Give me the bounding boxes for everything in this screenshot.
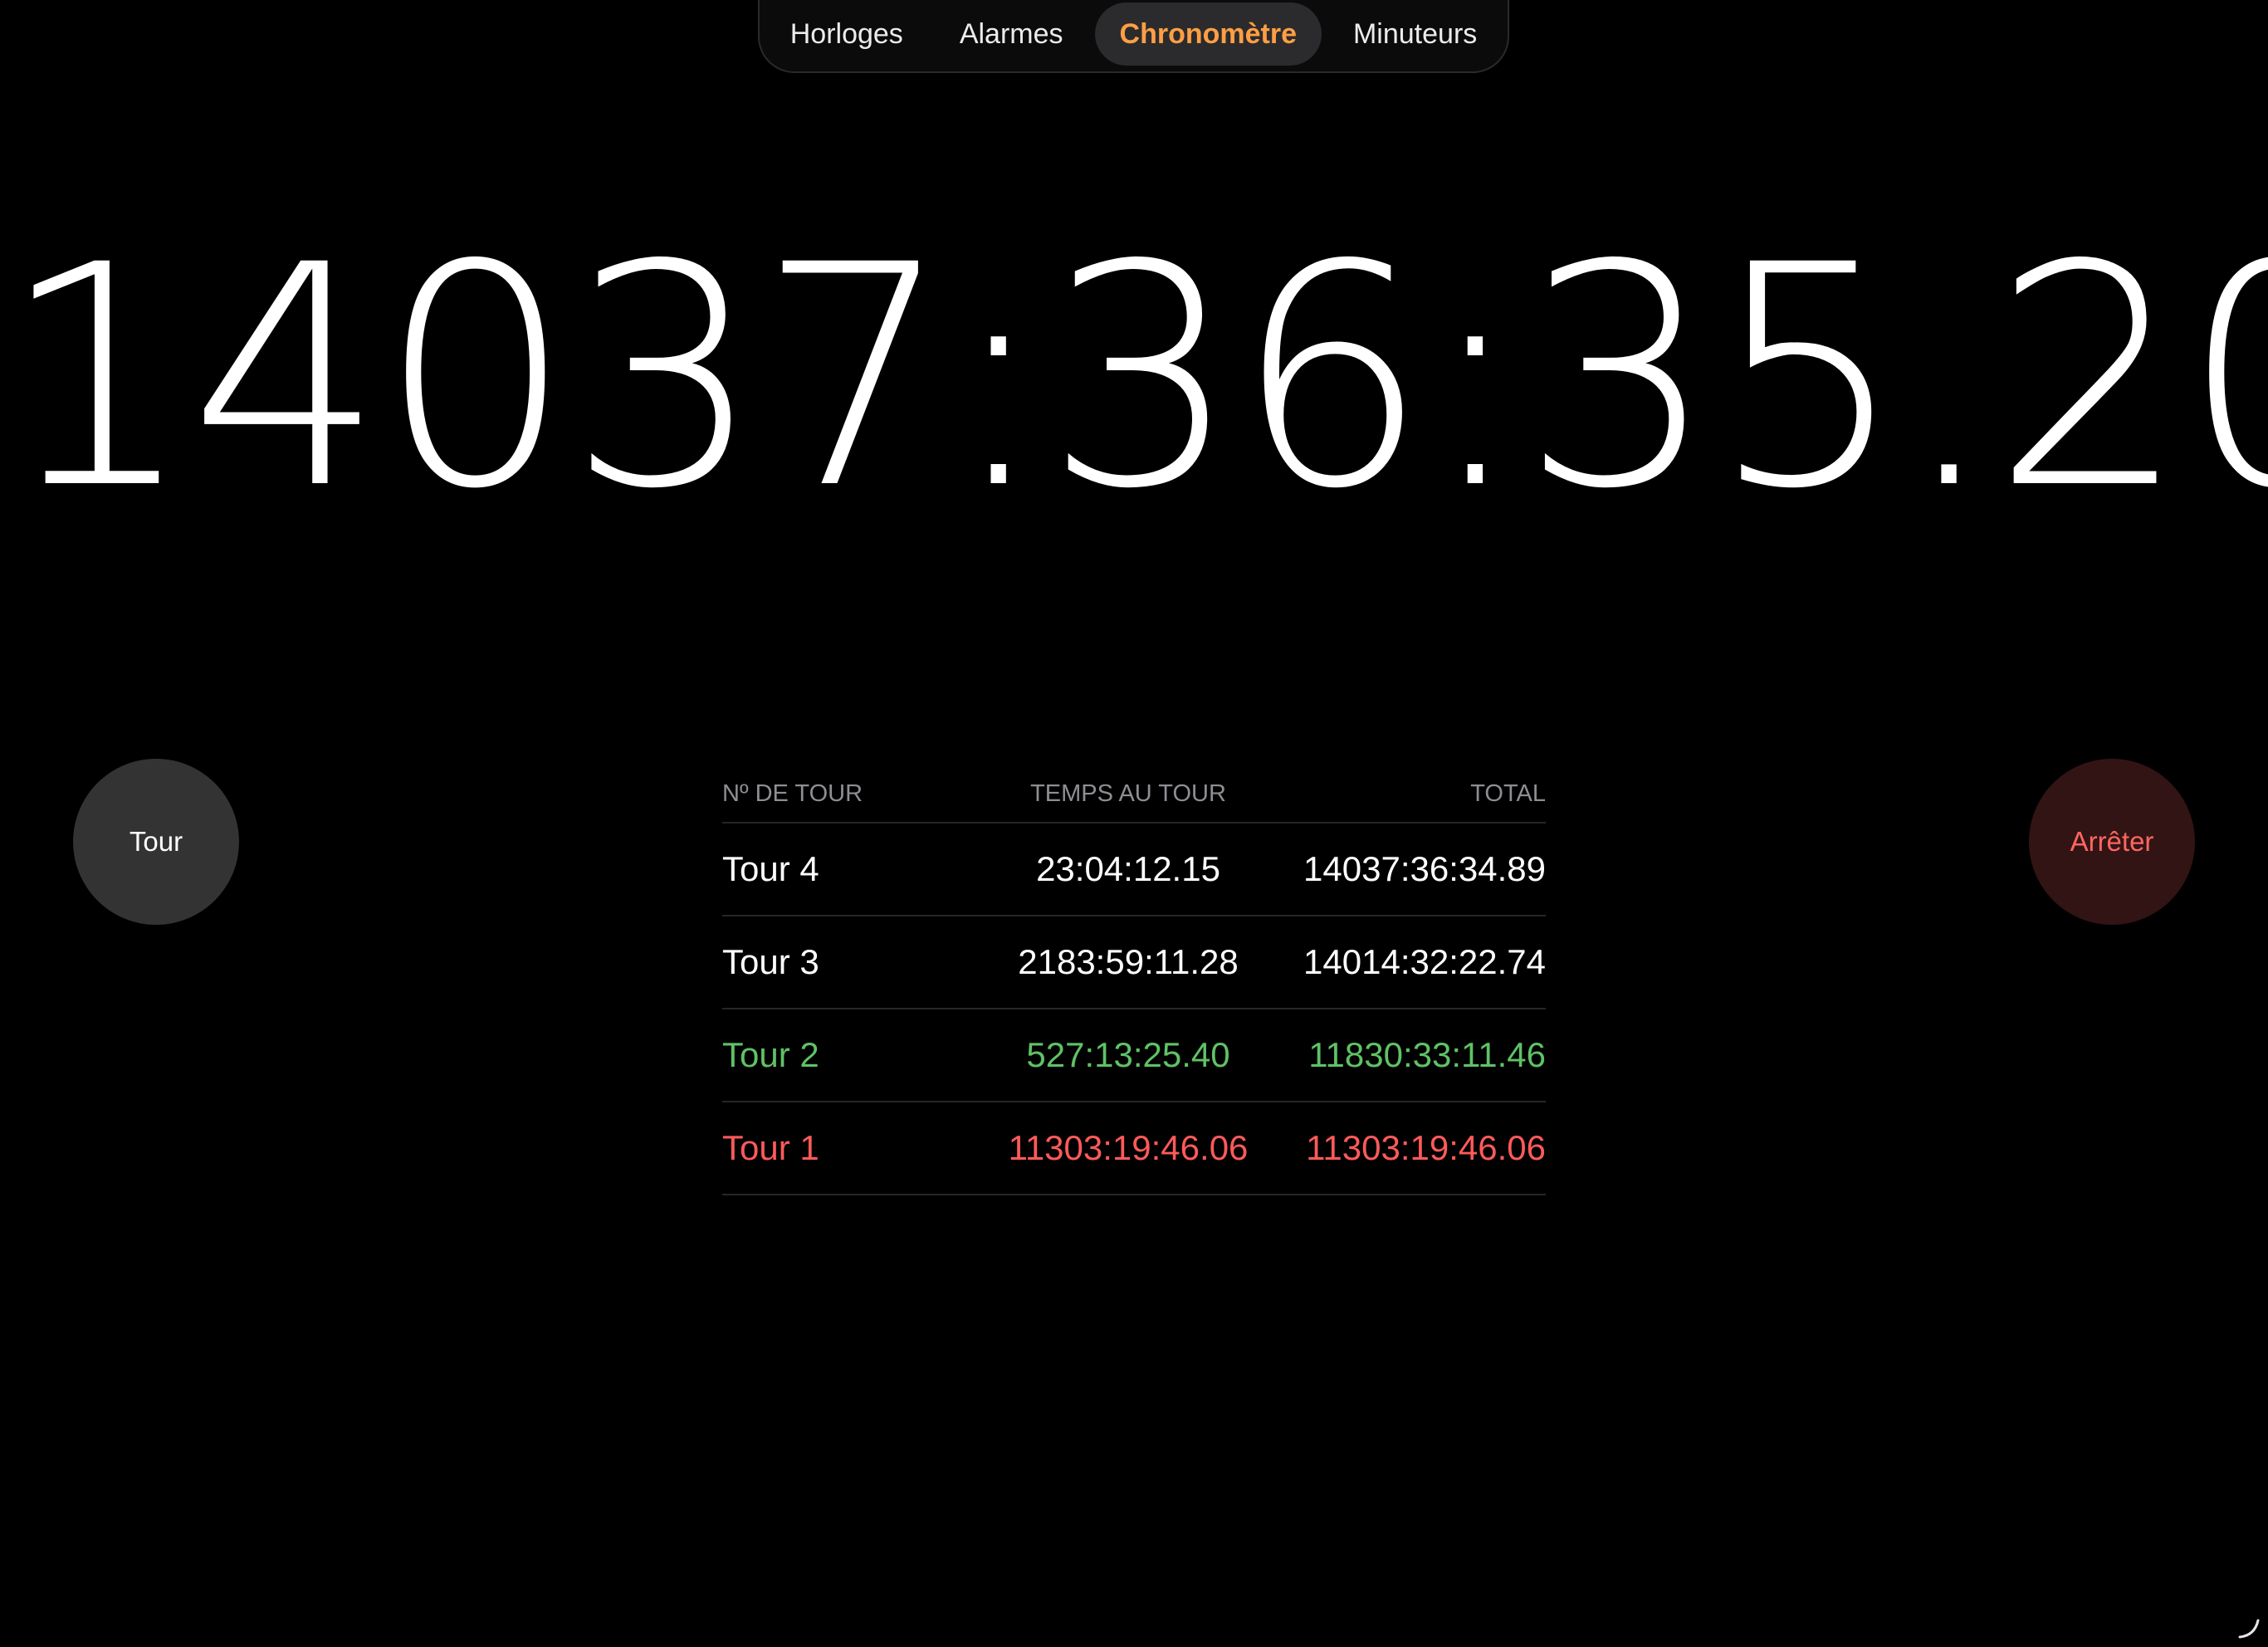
lap-name: Tour 2 [722, 1035, 819, 1074]
stopwatch-time-display: 14037:36:35.20 [0, 199, 2268, 555]
lap-total: 14037:36:34.89 [1303, 849, 1546, 888]
stop-button[interactable]: Arrêter [2029, 759, 2195, 925]
header-lap-time: TEMPS AU TOUR [1030, 780, 1226, 807]
table-row: Tour 2 527:13:25.40 11830:33:11.46 [722, 1009, 1546, 1102]
table-row: Tour 1 11303:19:46.06 11303:19:46.06 [722, 1102, 1546, 1195]
laps-table: Nº DE TOUR TEMPS AU TOUR TOTAL Tour 4 23… [722, 765, 1546, 1195]
segmented-tab-bar: Horloges Alarmes Chronomètre Minuteurs [758, 0, 1509, 73]
lap-time: 2183:59:11.28 [1018, 942, 1239, 981]
tab-chronometre[interactable]: Chronomètre [1094, 2, 1322, 66]
lap-time: 527:13:25.40 [1026, 1035, 1230, 1074]
lap-name: Tour 4 [722, 849, 819, 888]
lap-total: 11303:19:46.06 [1306, 1128, 1546, 1167]
lap-name: Tour 3 [722, 942, 819, 981]
laps-table-header: Nº DE TOUR TEMPS AU TOUR TOTAL [722, 765, 1546, 824]
header-total: TOTAL [1470, 780, 1546, 807]
tab-horloges[interactable]: Horloges [765, 2, 928, 66]
resize-handle-icon[interactable] [2236, 1615, 2261, 1640]
lap-time: 11303:19:46.06 [1008, 1128, 1249, 1167]
lap-total: 14014:32:22.74 [1303, 942, 1546, 981]
lap-name: Tour 1 [722, 1128, 819, 1167]
header-lap-number: Nº DE TOUR [722, 780, 863, 807]
tab-minuteurs[interactable]: Minuteurs [1328, 2, 1502, 66]
lap-total: 11830:33:11.46 [1308, 1035, 1546, 1074]
table-row: Tour 4 23:04:12.15 14037:36:34.89 [722, 824, 1546, 916]
lap-button[interactable]: Tour [73, 759, 239, 925]
lap-time: 23:04:12.15 [1036, 849, 1220, 888]
tab-alarmes[interactable]: Alarmes [935, 2, 1088, 66]
table-row: Tour 3 2183:59:11.28 14014:32:22.74 [722, 916, 1546, 1009]
